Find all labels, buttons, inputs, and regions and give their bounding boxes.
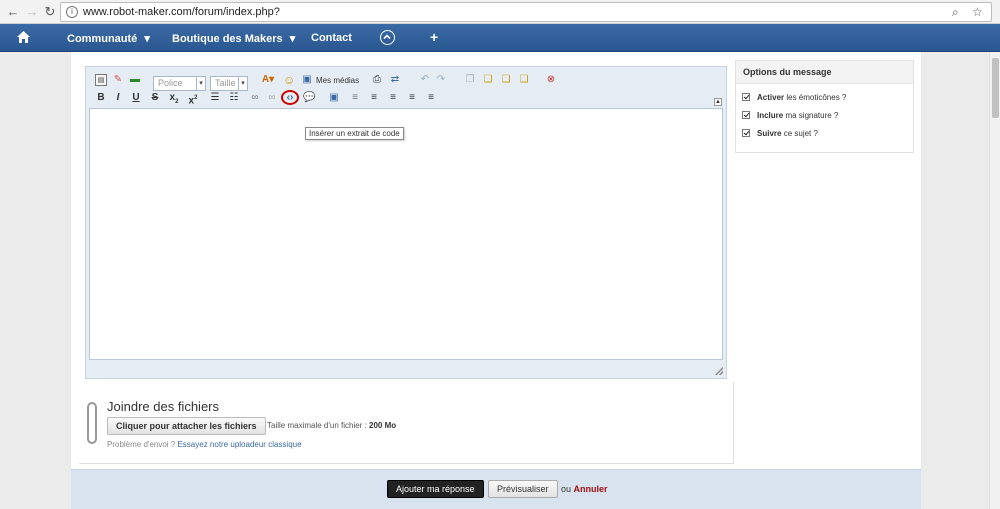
eraser-icon[interactable]: ✎: [112, 74, 124, 86]
paste-icon[interactable]: ❏: [500, 74, 512, 86]
max-file-size: Taille maximale d'un fichier : 200 Mo: [267, 421, 397, 430]
info-icon[interactable]: i: [66, 6, 78, 18]
code-snippet-icon[interactable]: ‹›: [284, 92, 296, 104]
quote-icon[interactable]: 💬: [303, 92, 315, 104]
home-icon[interactable]: [17, 31, 30, 43]
scroll-up-icon[interactable]: [380, 30, 395, 45]
bold-button[interactable]: B: [95, 92, 107, 104]
size-select[interactable]: Taille ▾: [210, 76, 248, 91]
reload-icon[interactable]: ↻: [42, 4, 58, 20]
subscript-button[interactable]: x2: [168, 92, 180, 105]
paste-text-icon[interactable]: ❏: [518, 74, 530, 86]
font-select[interactable]: Police ▾: [153, 76, 206, 91]
unlink-icon[interactable]: ∞: [266, 92, 278, 104]
editor-toolbar-top: ▤ ✎ ▬ Police ▾ Taille ▾ A▾ ☺ ▣ Mes médias …: [92, 71, 722, 91]
forward-icon[interactable]: →: [24, 4, 40, 20]
url-text[interactable]: www.robot-maker.com/forum/index.php?: [83, 6, 280, 18]
signature-checkbox[interactable]: [742, 110, 750, 119]
attach-files-button[interactable]: Cliquer pour attacher les fichiers: [107, 417, 266, 435]
rich-text-editor: ▤ ✎ ▬ Police ▾ Taille ▾ A▾ ☺ ▣ Mes médias …: [85, 66, 727, 379]
back-icon[interactable]: ←: [5, 4, 21, 20]
paperclip-icon: [87, 402, 97, 444]
cut-icon[interactable]: ❐: [464, 74, 476, 86]
media-icon[interactable]: ▣: [301, 74, 313, 86]
align-center-icon[interactable]: ≡: [406, 92, 418, 104]
emoticons-checkbox[interactable]: [742, 92, 750, 101]
source-icon[interactable]: ▤: [95, 74, 107, 86]
browser-chrome: ← → ↻ i www.robot-maker.com/forum/index.…: [0, 0, 1000, 24]
classic-uploader-link[interactable]: Essayez notre uploadeur classique: [177, 440, 301, 449]
copy-icon[interactable]: ❏: [482, 74, 494, 86]
outdent-icon[interactable]: ≡: [349, 92, 361, 104]
chevron-down-icon: ▾: [196, 77, 205, 90]
underline-button[interactable]: U: [130, 92, 142, 104]
resize-handle-icon[interactable]: [715, 367, 723, 375]
emoticon-icon[interactable]: ☺: [283, 74, 295, 86]
horizontal-rule-icon[interactable]: ▬: [129, 74, 141, 86]
submit-reply-button[interactable]: Ajouter ma réponse: [387, 480, 484, 498]
redo-icon[interactable]: ↷: [435, 74, 447, 86]
submit-bar: Ajouter ma réponse Prévisualiser ou Annu…: [71, 469, 921, 509]
address-bar[interactable]: i www.robot-maker.com/forum/index.php? ⌕…: [60, 2, 992, 22]
spellcheck-icon[interactable]: ⇄: [389, 74, 401, 86]
attachments-title: Joindre des fichiers: [107, 399, 219, 414]
bookmark-star-icon[interactable]: ☆: [972, 5, 983, 19]
chevron-down-icon: ▾: [289, 33, 296, 45]
option-signature[interactable]: Inclure ma signature ?: [742, 110, 838, 120]
options-title: Options du message: [736, 61, 913, 84]
link-icon[interactable]: ∞: [249, 92, 261, 104]
option-follow[interactable]: Suivre ce sujet ?: [742, 128, 818, 138]
code-tooltip: Insérer un extrait de code: [305, 127, 404, 140]
strike-button[interactable]: S: [149, 92, 161, 104]
message-options-panel: Options du message Activer les émoticône…: [735, 60, 914, 153]
message-textarea[interactable]: [89, 108, 723, 360]
cancel-link[interactable]: Annuler: [574, 484, 608, 494]
superscript-button[interactable]: x2: [187, 92, 199, 106]
upload-problem: Problème d'envoi ? Essayez notre uploade…: [107, 440, 302, 449]
site-nav: Communauté ▾ Boutique des Makers ▾ Conta…: [0, 24, 1000, 52]
undo-icon[interactable]: ↶: [419, 74, 431, 86]
numbered-list-icon[interactable]: ☷: [228, 92, 240, 104]
find-icon[interactable]: ⊗: [545, 74, 557, 86]
plus-icon[interactable]: +: [430, 30, 438, 44]
nav-contact[interactable]: Contact: [311, 32, 352, 44]
cancel-group: ou Annuler: [561, 484, 608, 494]
page-scrollbar[interactable]: [989, 52, 1000, 509]
nav-boutique[interactable]: Boutique des Makers ▾: [172, 32, 295, 45]
scrollbar-thumb[interactable]: [992, 58, 999, 118]
chevron-down-icon: ▾: [238, 77, 247, 90]
toolbar-collapse-icon[interactable]: ▲: [714, 98, 722, 106]
option-emoticons[interactable]: Activer les émoticônes ?: [742, 92, 846, 102]
print-icon[interactable]: ⎙: [371, 74, 383, 86]
nav-communaute[interactable]: Communauté ▾: [67, 32, 150, 45]
spoiler-icon[interactable]: ▣: [328, 92, 340, 104]
page-content: ▤ ✎ ▬ Police ▾ Taille ▾ A▾ ☺ ▣ Mes médias …: [71, 52, 921, 509]
editor-toolbar-bottom: B I U S x2 x2 ☰ ☷ ∞ ∞ ‹› 💬 ▣ ≡ ≡ ≡ ≡ ≡: [92, 90, 722, 108]
zoom-icon[interactable]: ⌕: [952, 5, 959, 20]
media-label[interactable]: Mes médias: [316, 76, 359, 85]
italic-button[interactable]: I: [112, 92, 124, 104]
text-color-icon[interactable]: A▾: [259, 74, 277, 86]
indent-icon[interactable]: ≡: [368, 92, 380, 104]
preview-button[interactable]: Prévisualiser: [488, 480, 558, 498]
follow-checkbox[interactable]: [742, 128, 750, 137]
chevron-down-icon: ▾: [144, 33, 150, 45]
bullet-list-icon[interactable]: ☰: [209, 92, 221, 104]
align-right-icon[interactable]: ≡: [425, 92, 437, 104]
align-left-icon[interactable]: ≡: [387, 92, 399, 104]
